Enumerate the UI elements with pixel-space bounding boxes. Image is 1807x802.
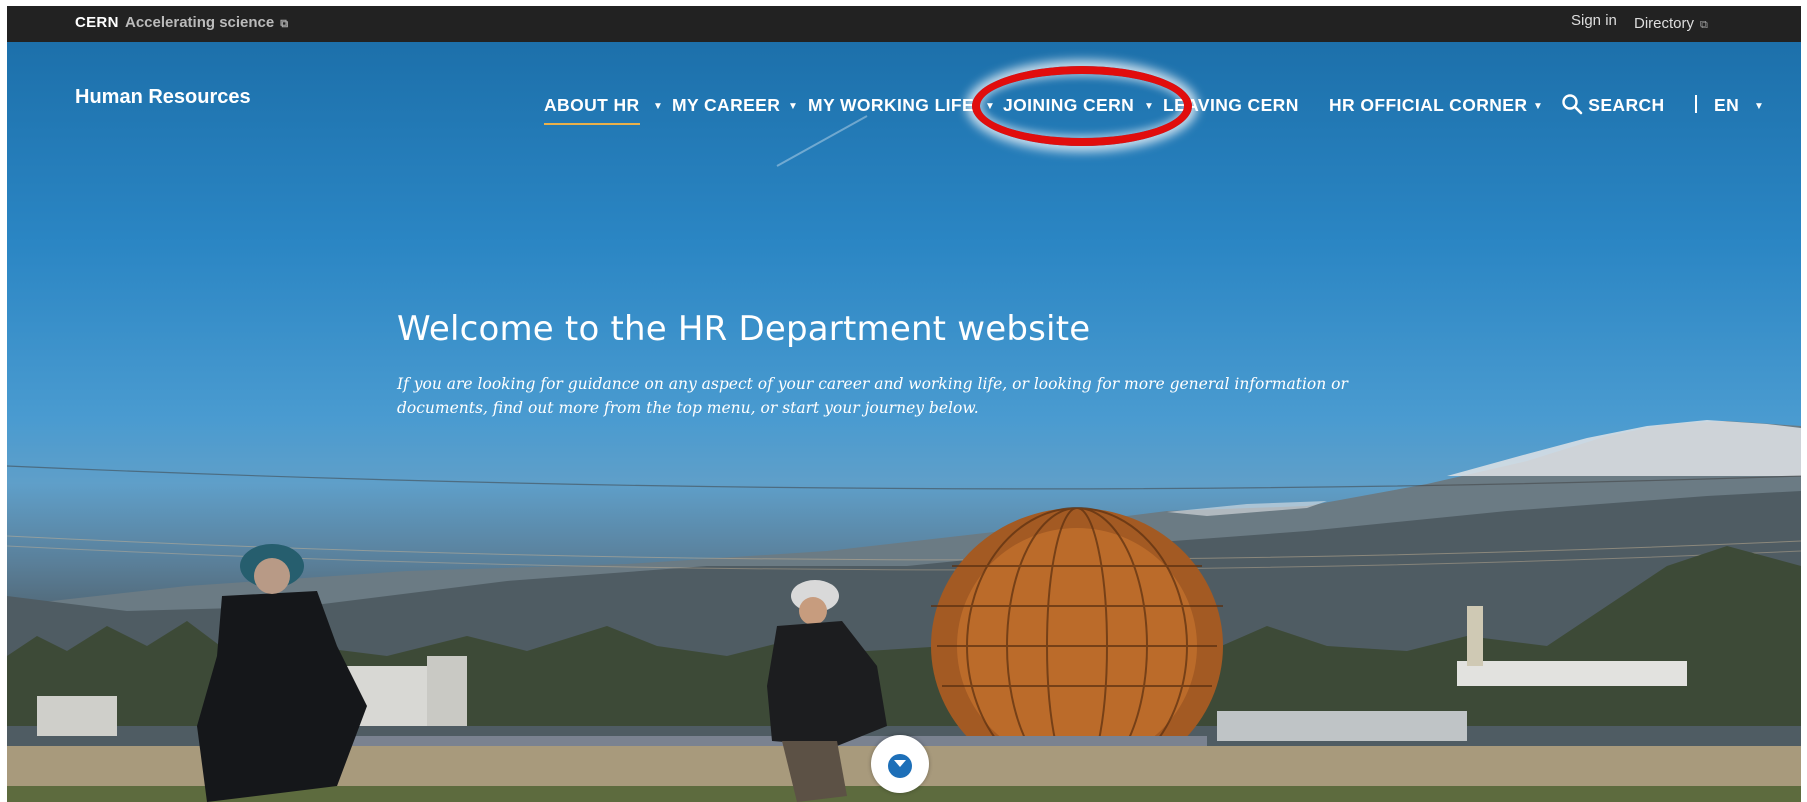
language-selector[interactable]: EN bbox=[1714, 95, 1739, 116]
nav-item-hr-official-corner[interactable]: HR OFFICIAL CORNER bbox=[1329, 95, 1527, 116]
cern-logo-link[interactable]: CERN bbox=[75, 14, 119, 31]
chevron-down-icon[interactable]: ▼ bbox=[788, 101, 798, 112]
nav-divider bbox=[1695, 95, 1697, 113]
nav-item-my-working-life[interactable]: MY WORKING LIFE bbox=[808, 95, 974, 116]
external-link-icon: ⧉ bbox=[1700, 19, 1708, 31]
main-nav: ABOUT HR ▼ MY CAREER ▼ MY WORKING LIFE ▼… bbox=[7, 93, 1801, 125]
active-nav-indicator bbox=[544, 123, 640, 125]
hero-subtitle: If you are looking for guidance on any a… bbox=[397, 375, 1348, 417]
nav-item-my-career[interactable]: MY CAREER bbox=[672, 95, 780, 116]
scroll-down-button[interactable] bbox=[871, 735, 929, 793]
search-icon bbox=[1562, 94, 1583, 115]
cern-top-bar: CERN Accelerating science ⧉ Sign in Direc… bbox=[7, 6, 1801, 42]
external-link-icon: ⧉ bbox=[280, 18, 289, 30]
chevron-down-icon[interactable]: ▼ bbox=[1533, 101, 1543, 112]
chevron-down-icon[interactable]: ▼ bbox=[1754, 101, 1764, 112]
sign-in-link[interactable]: Sign in bbox=[1571, 12, 1617, 29]
directory-label: Directory bbox=[1634, 15, 1695, 32]
search-label: SEARCH bbox=[1588, 95, 1665, 115]
hero-title: Welcome to the HR Department website bbox=[397, 309, 1091, 349]
chevron-down-icon bbox=[888, 754, 912, 778]
nav-item-about-hr[interactable]: ABOUT HR bbox=[544, 95, 640, 116]
chevron-down-icon[interactable]: ▼ bbox=[653, 101, 663, 112]
page-frame: CERN Accelerating science ⧉ Sign in Direc… bbox=[7, 6, 1801, 802]
tagline-text: Accelerating science bbox=[125, 14, 275, 31]
accelerating-science-link[interactable]: Accelerating science ⧉ bbox=[125, 14, 288, 31]
search-button[interactable]: SEARCH bbox=[1561, 93, 1665, 116]
annotation-circle bbox=[972, 66, 1192, 146]
directory-link[interactable]: Directory ⧉ bbox=[1634, 15, 1708, 32]
